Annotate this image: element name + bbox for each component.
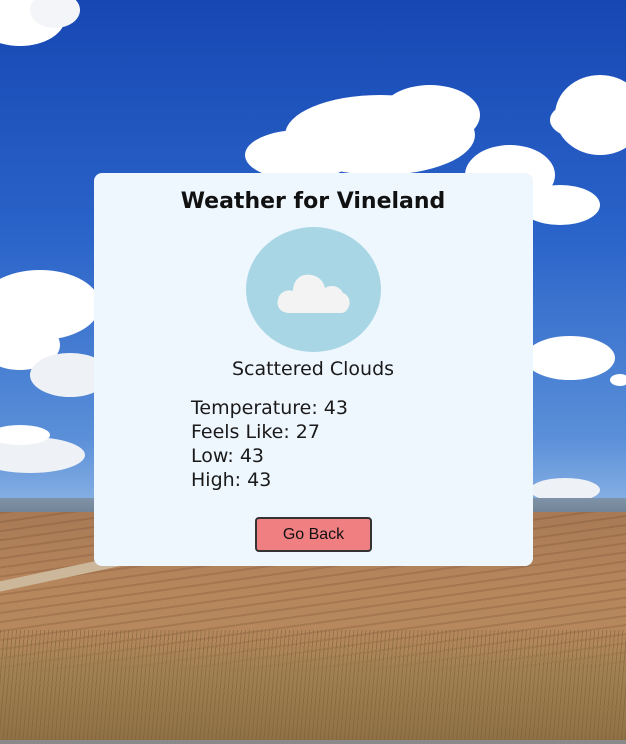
page-bottom-border — [0, 740, 626, 744]
page-title: Weather for Vineland — [180, 189, 446, 214]
go-back-button[interactable]: Go Back — [255, 517, 372, 552]
weather-stats: Temperature: 43 Feels Like: 27 Low: 43 H… — [191, 396, 348, 492]
high-stat: High: 43 — [191, 469, 272, 491]
feels-like-stat: Feels Like: 27 — [191, 421, 320, 443]
weather-icon-circle — [246, 227, 381, 352]
cloud-icon — [277, 274, 350, 313]
weather-condition: Scattered Clouds — [231, 358, 395, 380]
dry-grass — [0, 630, 626, 744]
temperature-stat: Temperature: 43 — [191, 397, 348, 419]
low-stat: Low: 43 — [191, 445, 264, 467]
